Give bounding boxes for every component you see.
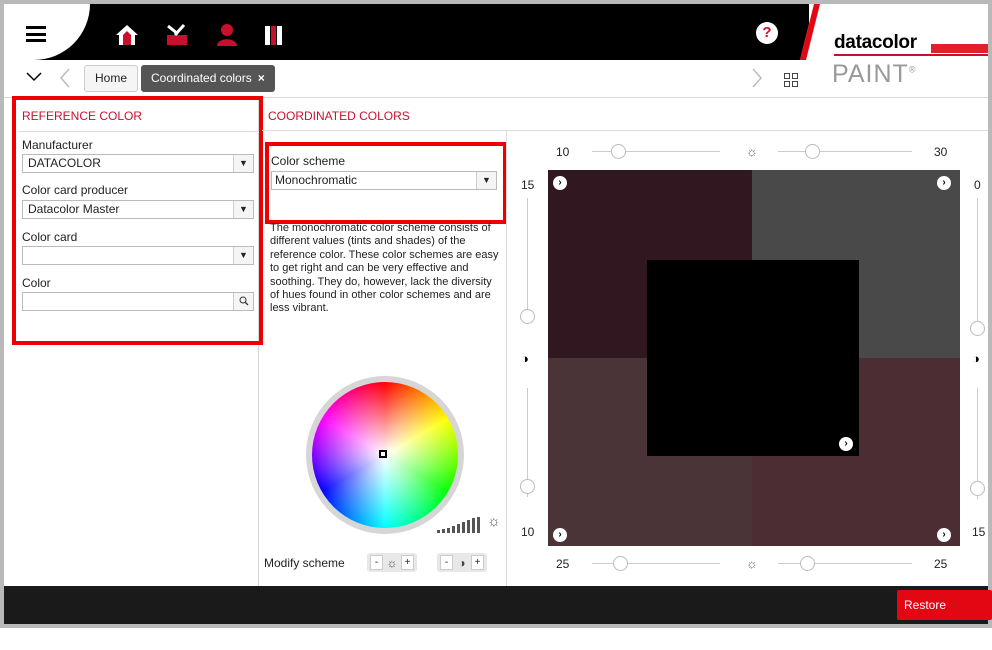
sun-icon: ☼ xyxy=(746,556,758,571)
slider-top-right-value: 30 xyxy=(934,145,948,159)
reference-color-title: REFERENCE COLOR xyxy=(22,109,143,123)
contrast-icon: ◑ xyxy=(972,351,980,366)
color-scheme-label: Color scheme xyxy=(271,154,346,168)
modify-brightness-group: - ☼ + xyxy=(367,553,417,572)
manufacturer-label: Manufacturer xyxy=(22,138,93,152)
chevron-down-icon[interactable] xyxy=(26,72,42,82)
books-icon[interactable] xyxy=(262,22,288,48)
slider-bottom-right-track[interactable] xyxy=(778,563,912,564)
manufacturer-value: DATACOLOR xyxy=(28,156,101,170)
sun-icon[interactable]: ☼ xyxy=(487,513,501,530)
restore-scheme-button[interactable]: Restore scheme xyxy=(897,590,992,642)
topbar-left-area xyxy=(4,4,90,60)
slider-right-upper-knob[interactable] xyxy=(970,321,985,336)
slider-left-upper-knob[interactable] xyxy=(520,309,535,324)
chevron-down-icon: ▼ xyxy=(476,172,496,189)
sun-icon: ☼ xyxy=(746,144,758,159)
chevron-down-icon: ▼ xyxy=(233,155,253,172)
tab-coordinated-colors-label: Coordinated colors xyxy=(151,71,252,85)
color-wheel-marker[interactable] xyxy=(379,450,387,458)
color-card-producer-label: Color card producer xyxy=(22,183,129,197)
home-icon[interactable] xyxy=(114,22,140,48)
hamburger-icon[interactable] xyxy=(26,26,46,42)
close-icon[interactable]: × xyxy=(258,71,265,85)
slider-top-right-track[interactable] xyxy=(778,151,912,152)
chevron-down-icon: ▼ xyxy=(233,201,253,218)
slider-left-bottom-value: 10 xyxy=(521,525,535,539)
brand-underline xyxy=(834,54,988,56)
brand-name: datacolor xyxy=(834,32,917,53)
slider-bottom-left-value: 25 xyxy=(556,557,570,571)
color-card-producer-select[interactable]: Datacolor Master ▼ xyxy=(22,200,254,219)
arrow-right-icon[interactable]: › xyxy=(937,528,951,542)
divider xyxy=(18,131,259,132)
back-icon[interactable] xyxy=(60,68,70,88)
top-bar: ? datacolor xyxy=(4,4,988,60)
brightness-minus-button[interactable]: - xyxy=(370,555,383,570)
chevron-down-icon: ▼ xyxy=(233,247,253,264)
contrast-plus-button[interactable]: + xyxy=(471,555,484,570)
bottom-bar xyxy=(4,586,988,624)
swatch-center[interactable] xyxy=(647,260,859,456)
slider-bottom-right-value: 25 xyxy=(934,557,948,571)
tools-icon[interactable] xyxy=(164,22,190,48)
producer-value: Datacolor Master xyxy=(28,202,120,216)
sun-icon: ☼ xyxy=(386,555,398,570)
slider-right-upper-track[interactable] xyxy=(977,198,978,328)
slider-bottom-left-track[interactable] xyxy=(592,563,720,564)
contrast-icon: ◑ xyxy=(521,351,529,366)
contrast-icon: ◑ xyxy=(458,555,466,570)
color-scheme-value: Monochromatic xyxy=(275,173,358,187)
slider-top-left-value: 10 xyxy=(556,145,570,159)
reference-color-panel: REFERENCE COLOR Manufacturer DATACOLOR ▼ … xyxy=(4,99,259,586)
slider-right-lower-knob[interactable] xyxy=(970,480,985,496)
grid-icon[interactable] xyxy=(784,73,798,87)
brand-red-bar xyxy=(931,44,988,53)
brightness-bars-icon[interactable] xyxy=(437,517,483,533)
brightness-plus-button[interactable]: + xyxy=(401,555,414,570)
slider-right-top-value: 0 xyxy=(974,178,981,192)
slider-top-right-knob[interactable] xyxy=(804,144,820,159)
registered-mark: ® xyxy=(908,64,917,75)
brand-slash xyxy=(800,4,828,60)
slider-top-left-knob[interactable] xyxy=(610,144,626,159)
swatch-grid: › › › › › xyxy=(548,170,960,546)
slider-left-upper-track[interactable] xyxy=(527,198,528,316)
brand-product: PAINT® xyxy=(832,60,916,89)
coordinated-colors-title: COORDINATED COLORS xyxy=(268,109,410,123)
contrast-minus-button[interactable]: - xyxy=(440,555,453,570)
search-icon[interactable] xyxy=(233,293,253,310)
color-card-label: Color card xyxy=(22,230,78,244)
manufacturer-select[interactable]: DATACOLOR ▼ xyxy=(22,154,254,173)
tab-coordinated-colors[interactable]: Coordinated colors × xyxy=(141,65,275,92)
arrow-right-icon[interactable]: › xyxy=(553,176,567,190)
arrow-right-icon[interactable]: › xyxy=(839,437,853,451)
brand-product-text: PAINT xyxy=(832,60,909,88)
slider-left-top-value: 15 xyxy=(521,178,535,192)
user-icon[interactable] xyxy=(214,22,240,48)
slider-left-lower-knob[interactable] xyxy=(520,479,535,495)
modify-contrast-group: - ◑ + xyxy=(437,553,487,572)
color-label: Color xyxy=(22,276,51,290)
color-scheme-select[interactable]: Monochromatic ▼ xyxy=(271,171,497,190)
slider-right-bottom-value: 15 xyxy=(972,525,986,539)
arrow-right-icon[interactable]: › xyxy=(937,176,951,190)
help-button[interactable]: ? xyxy=(756,22,778,44)
forward-icon[interactable] xyxy=(752,68,762,88)
color-search-input[interactable] xyxy=(22,292,254,311)
scheme-description: The monochromatic color scheme consists … xyxy=(270,222,499,315)
arrow-right-icon[interactable]: › xyxy=(553,528,567,542)
tab-home[interactable]: Home xyxy=(84,65,139,92)
color-card-select[interactable]: ▼ xyxy=(22,246,254,265)
modify-scheme-label: Modify scheme xyxy=(264,556,345,570)
